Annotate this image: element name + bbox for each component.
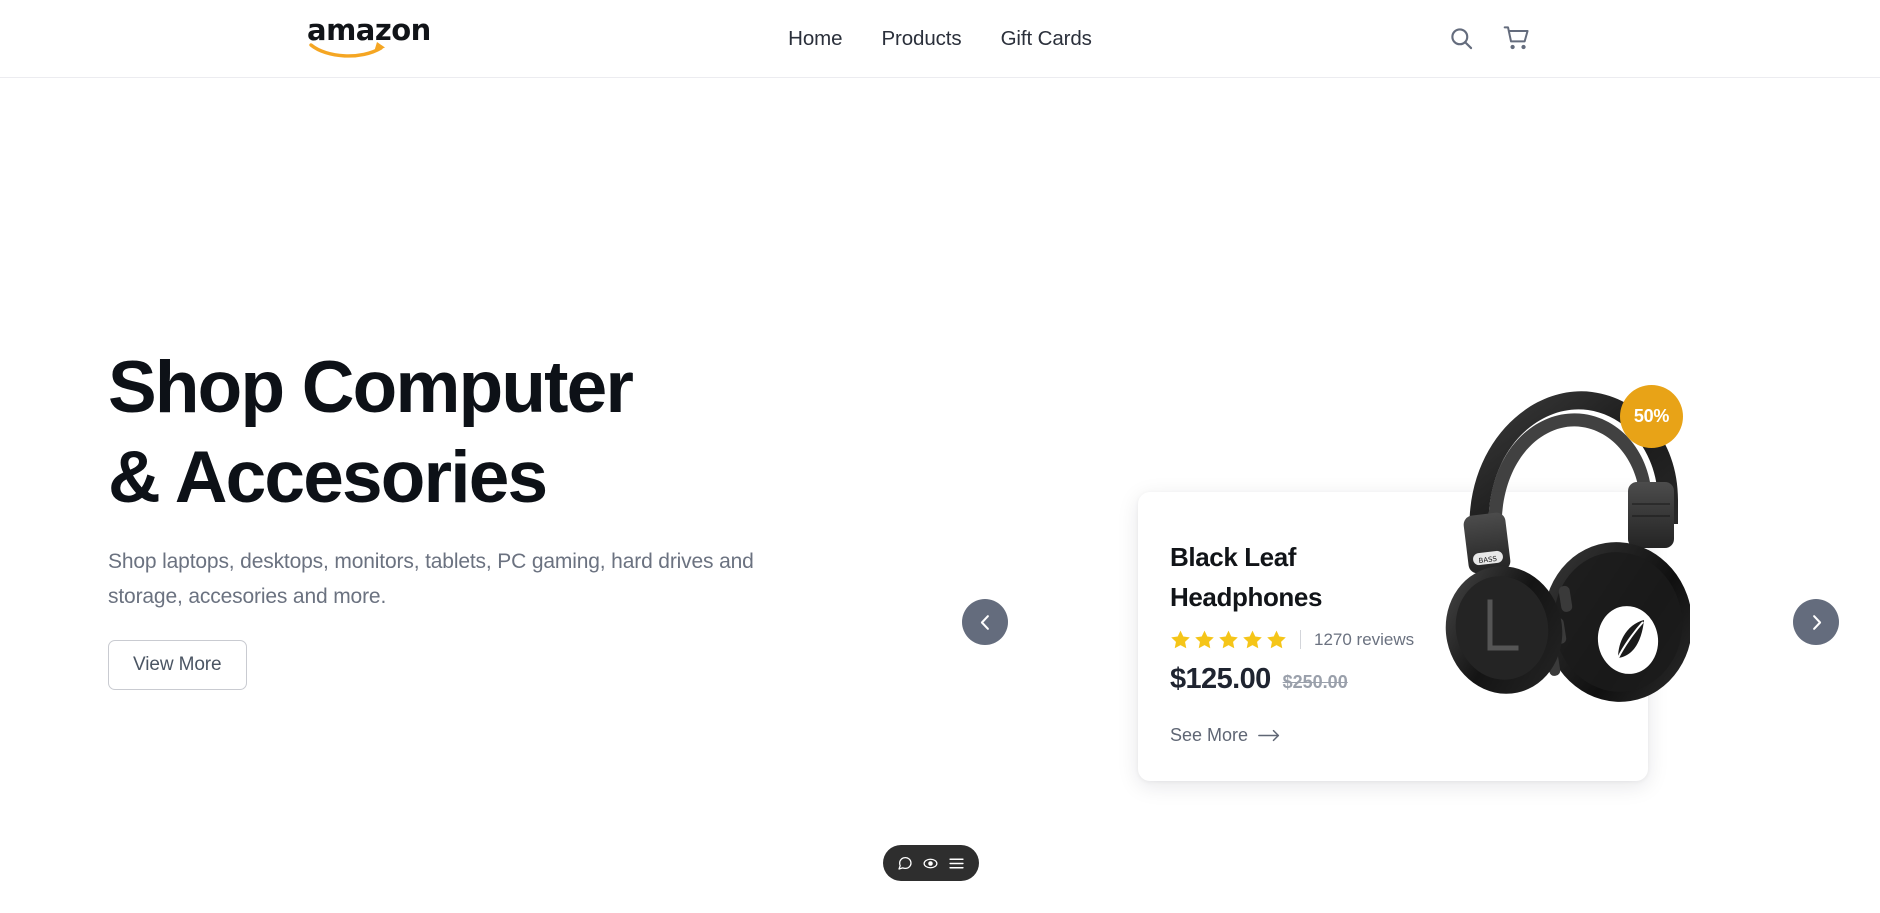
- hero-section: Shop Computer & Accesories Shop laptops,…: [0, 78, 1880, 913]
- main-navigation: Home Products Gift Cards: [788, 27, 1092, 51]
- cart-icon[interactable]: [1503, 25, 1532, 52]
- product-title-line-1: Black Leaf: [1170, 542, 1297, 572]
- rating-divider: [1300, 630, 1301, 649]
- price-current: $125.00: [1170, 663, 1271, 695]
- chat-icon[interactable]: [897, 855, 913, 871]
- see-more-link[interactable]: See More: [1170, 725, 1281, 746]
- carousel-next-button[interactable]: [1793, 599, 1839, 645]
- site-header: amazon Home Products Gift Cards: [0, 0, 1880, 78]
- product-rating: 1270 reviews: [1170, 629, 1438, 650]
- star-icon: [1171, 630, 1190, 649]
- view-more-button[interactable]: View More: [108, 640, 247, 690]
- discount-badge: 50%: [1620, 385, 1683, 448]
- hero-content: Shop Computer & Accesories Shop laptops,…: [108, 343, 808, 690]
- product-card[interactable]: Black Leaf Headphones 1270 reviews $125.…: [1138, 492, 1648, 781]
- hero-title-line-2: & Accesories: [108, 437, 548, 518]
- floating-accessibility-widget: [883, 845, 979, 881]
- amazon-logo[interactable]: amazon: [307, 15, 431, 61]
- star-icon: [1267, 630, 1286, 649]
- nav-item-products[interactable]: Products: [881, 27, 961, 51]
- search-icon[interactable]: [1448, 25, 1475, 52]
- product-title: Black Leaf Headphones: [1170, 537, 1438, 617]
- nav-item-home[interactable]: Home: [788, 27, 842, 51]
- product-card-body: Black Leaf Headphones 1270 reviews $125.…: [1138, 492, 1438, 746]
- nav-item-gift-cards[interactable]: Gift Cards: [1001, 27, 1092, 51]
- hero-title-line-1: Shop Computer: [108, 347, 634, 428]
- chevron-left-icon: [980, 614, 989, 630]
- see-more-label: See More: [1170, 725, 1249, 745]
- header-actions: [1448, 25, 1532, 52]
- arrow-right-icon: [1258, 729, 1280, 742]
- star-icon: [1243, 630, 1262, 649]
- accessibility-eye-icon[interactable]: [922, 855, 939, 872]
- star-rating: [1170, 629, 1287, 650]
- hero-subtitle: Shop laptops, desktops, monitors, tablet…: [108, 550, 754, 608]
- star-icon: [1195, 630, 1214, 649]
- product-title-line-2: Headphones: [1170, 582, 1323, 612]
- chevron-right-icon: [1812, 614, 1821, 630]
- star-icon: [1219, 630, 1238, 649]
- review-count: 1270 reviews: [1314, 629, 1415, 649]
- menu-icon[interactable]: [948, 856, 965, 871]
- price-original: $250.00: [1282, 672, 1348, 692]
- product-price: $125.00 $250.00: [1170, 663, 1438, 696]
- hero-title: Shop Computer & Accesories: [108, 343, 808, 523]
- amazon-smile-icon: [309, 42, 385, 58]
- carousel-prev-button[interactable]: [962, 599, 1008, 645]
